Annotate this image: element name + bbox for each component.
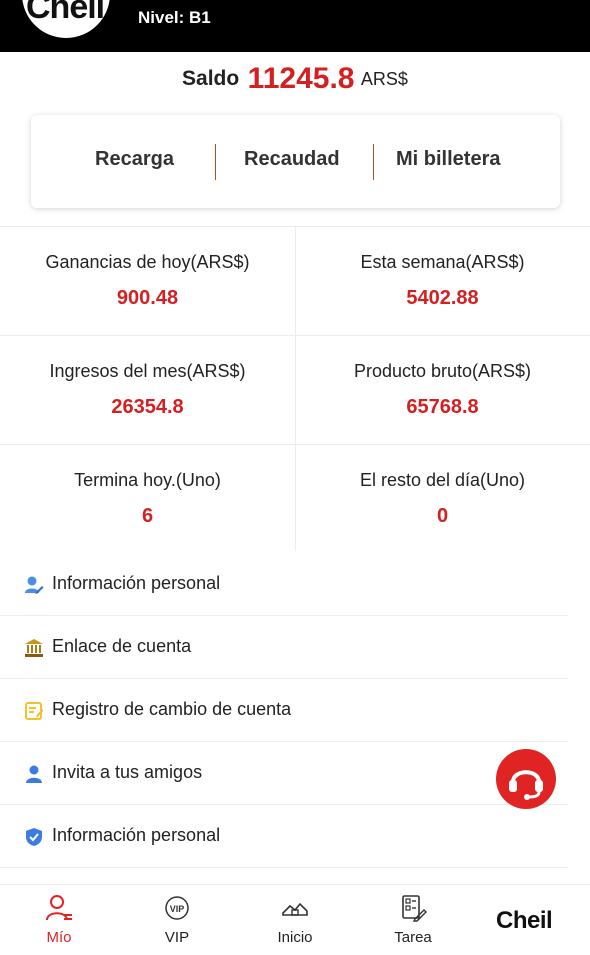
- invite-user-icon: [26, 765, 42, 783]
- actions-card: Recarga Recaudad Mi billetera: [31, 115, 560, 208]
- user-icon: [46, 895, 72, 921]
- task-icon: [402, 895, 427, 922]
- nav-vip[interactable]: VIP VIP: [142, 893, 212, 946]
- vip-icon: VIP: [165, 896, 189, 920]
- nav-mine[interactable]: Mío: [24, 893, 94, 946]
- bottom-navigation: Mío VIP VIP Inicio Tarea Cheil: [0, 884, 590, 955]
- svg-text:VIP: VIP: [170, 904, 185, 914]
- stat-today-earnings: Ganancias de hoy(ARS$) 900.48: [0, 226, 295, 334]
- balance-display: Saldo 11245.8 ARS$: [0, 62, 590, 96]
- nav-home[interactable]: Inicio: [260, 893, 330, 946]
- balance-label: Saldo: [182, 67, 240, 90]
- stat-finished-today: Termina hoy.(Uno) 6: [0, 444, 295, 552]
- stat-title: Esta semana(ARS$): [360, 252, 525, 272]
- menu-item-label: Registro de cambio de cuenta: [52, 699, 292, 719]
- home-icon: [282, 902, 308, 916]
- action-divider: [215, 144, 216, 180]
- menu-item-label: Información personal: [52, 825, 221, 845]
- menu-item-label: Información personal: [52, 573, 221, 593]
- stat-value: 65768.8: [406, 396, 479, 418]
- balance-amount: 11245.8: [247, 62, 355, 95]
- stat-title: El resto del día(Uno): [359, 470, 526, 490]
- menu-item-invite-friends[interactable]: Invita a tus amigos: [0, 742, 568, 805]
- stat-month-income: Ingresos del mes(ARS$) 26354.8: [0, 335, 295, 443]
- nav-task[interactable]: Tarea: [378, 893, 448, 946]
- stat-remaining-today: El resto del día(Uno) 0: [295, 444, 590, 552]
- stats-grid: Ganancias de hoy(ARS$) 900.48 Esta seman…: [0, 226, 590, 551]
- menu-item-personal-info[interactable]: Información personal: [0, 553, 568, 616]
- menu-item-account-link[interactable]: Enlace de cuenta: [0, 616, 568, 679]
- balance-currency: ARS$: [360, 68, 408, 89]
- record-icon: [25, 702, 44, 720]
- nav-label: Tarea: [394, 929, 432, 946]
- nav-label: Inicio: [277, 929, 313, 946]
- nav-label: VIP: [164, 929, 190, 946]
- stat-title: Producto bruto(ARS$): [353, 361, 532, 381]
- stat-value: 5402.88: [406, 287, 479, 309]
- stat-value: 6: [141, 505, 154, 527]
- top-bar: Cheil Nivel: B1: [0, 0, 590, 52]
- stat-this-week: Esta semana(ARS$) 5402.88: [295, 226, 590, 334]
- stat-title: Ganancias de hoy(ARS$): [45, 252, 250, 272]
- menu-item-personal-info-2[interactable]: Información personal: [0, 805, 568, 868]
- user-edit-icon: [25, 576, 44, 594]
- menu-item-label: Invita a tus amigos: [52, 762, 203, 782]
- recharge-button[interactable]: Recarga: [95, 148, 174, 171]
- brand-wordmark: Cheil: [496, 907, 553, 934]
- menu-item-label: Enlace de cuenta: [52, 636, 192, 656]
- wallet-button[interactable]: Mi billetera: [396, 148, 500, 171]
- user-level: Nivel: B1: [138, 8, 211, 27]
- headset-icon: [509, 770, 543, 800]
- menu-item-account-change-log[interactable]: Registro de cambio de cuenta: [0, 679, 568, 742]
- stat-value: 0: [436, 505, 449, 527]
- brand-logo-text: Cheil: [26, 0, 105, 26]
- stat-gross-product: Producto bruto(ARS$) 65768.8: [295, 335, 590, 443]
- action-divider: [373, 144, 374, 180]
- withdraw-button[interactable]: Recaudad: [244, 148, 340, 171]
- stat-value: 900.48: [116, 287, 179, 309]
- stat-value: 26354.8: [111, 396, 184, 418]
- nav-label: Mío: [46, 929, 72, 946]
- customer-support-button[interactable]: [496, 749, 556, 809]
- brand-logo: Cheil: [22, 0, 110, 38]
- bank-icon: [25, 639, 43, 657]
- stat-title: Ingresos del mes(ARS$): [49, 361, 246, 381]
- shield-check-icon: [26, 828, 42, 846]
- stat-title: Termina hoy.(Uno): [74, 470, 221, 490]
